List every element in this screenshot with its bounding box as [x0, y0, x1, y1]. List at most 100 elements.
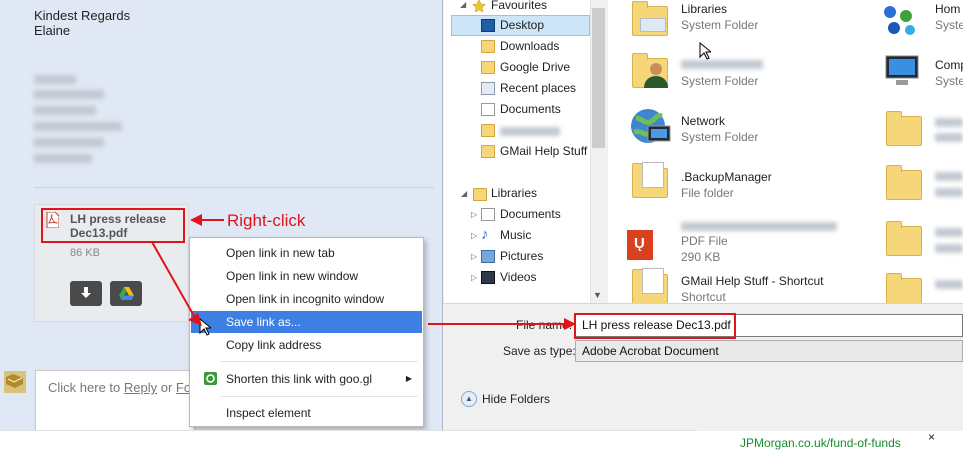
expand-icon[interactable]: ▷	[471, 273, 477, 282]
mouse-cursor-icon	[699, 42, 711, 60]
menu-save-link-as[interactable]: Save link as...	[191, 311, 422, 333]
submenu-arrow-icon: ▶	[405, 374, 412, 383]
network-icon	[631, 109, 671, 143]
signature-name: Elaine	[34, 23, 71, 38]
file-name-libraries[interactable]: Libraries	[681, 2, 727, 16]
folder-icon	[481, 145, 495, 158]
files-pane	[608, 0, 963, 303]
computer-icon	[885, 55, 919, 85]
redacted-file-name[interactable]	[935, 172, 963, 181]
redacted-file-name[interactable]	[935, 228, 963, 237]
annotation-arrow	[190, 214, 224, 226]
folder-icon	[886, 111, 922, 146]
file-name-network[interactable]: Network	[681, 114, 725, 128]
google-drive-icon	[119, 287, 134, 300]
redacted-file-name[interactable]	[681, 60, 763, 69]
annotation-arrow	[428, 318, 576, 330]
reply-prefix: Click here to	[48, 380, 124, 395]
avatar-icon	[4, 371, 26, 393]
download-button[interactable]	[70, 281, 102, 306]
menu-open-new-tab[interactable]: Open link in new tab	[191, 242, 422, 264]
nav-scroll-thumb[interactable]	[592, 8, 605, 148]
menu-copy-link-address[interactable]: Copy link address	[191, 334, 422, 356]
library-window-icon	[640, 18, 666, 32]
videos-icon	[481, 271, 495, 284]
nav-item-music[interactable]: Music	[500, 226, 531, 245]
attachment-size: 86 KB	[70, 247, 100, 259]
user-icon	[644, 63, 668, 88]
file-name-computer[interactable]: Comp	[935, 58, 963, 72]
nav-libraries[interactable]: Libraries	[491, 184, 537, 203]
nav-item-google-drive[interactable]: Google Drive	[500, 58, 570, 77]
nav-item-recent-places[interactable]: Recent places	[500, 79, 576, 98]
divider	[34, 187, 434, 188]
save-as-type-select[interactable]: Adobe Acrobat Document	[575, 340, 963, 362]
file-name-gmail-help-stuff-shortcut[interactable]: GMail Help Stuff - Shortcut	[681, 274, 824, 288]
desktop-icon	[481, 19, 495, 32]
file-type: PDF File	[681, 234, 728, 248]
nav-item-pictures[interactable]: Pictures	[500, 247, 543, 266]
save-as-type-label: Save as type:	[503, 344, 576, 358]
nav-item-desktop[interactable]: Desktop	[500, 16, 544, 35]
save-to-drive-button[interactable]	[110, 281, 142, 306]
redacted-folder-name[interactable]	[500, 127, 560, 136]
music-icon: ♪	[481, 226, 489, 243]
file-type: Syste	[935, 74, 963, 88]
download-arrow-icon	[81, 287, 91, 298]
folder-document-icon	[642, 162, 664, 188]
nav-favourites[interactable]: Favourites	[491, 0, 547, 15]
redacted-text	[34, 122, 122, 131]
reply-prompt[interactable]: Click here to Reply or Fo	[48, 380, 191, 395]
file-name-input[interactable]: LH press release Dec13.pdf	[575, 314, 963, 337]
goo-gl-icon	[204, 372, 217, 385]
page-bottom-strip	[0, 430, 697, 451]
google-drive-folder-icon	[481, 61, 495, 74]
redacted-file-name[interactable]	[681, 222, 837, 231]
redacted-file-name[interactable]	[935, 118, 963, 127]
close-icon[interactable]: ×	[928, 430, 935, 444]
expand-icon[interactable]: ▷	[471, 231, 477, 240]
file-size: 290 KB	[681, 250, 721, 264]
file-type: File folder	[681, 186, 734, 200]
context-menu: Open link in new tab Open link in new wi…	[189, 237, 424, 427]
nav-item-documents[interactable]: Documents	[500, 100, 561, 119]
expand-icon[interactable]: ▷	[471, 252, 477, 261]
file-name-homegroup[interactable]: Hom	[935, 2, 960, 16]
hide-folders-button[interactable]: ▲ Hide Folders	[461, 390, 550, 408]
reply-link[interactable]: Reply	[124, 380, 157, 395]
chevron-up-icon: ▲	[461, 391, 477, 407]
pdf-file-icon: Ų	[627, 230, 653, 260]
menu-open-incognito[interactable]: Open link in incognito window	[191, 288, 422, 310]
redacted-file-name[interactable]	[935, 280, 963, 289]
nav-item-lib-documents[interactable]: Documents	[500, 205, 561, 224]
pdf-icon	[46, 212, 59, 228]
nav-item-downloads[interactable]: Downloads	[500, 37, 559, 56]
nav-item-videos[interactable]: Videos	[500, 268, 536, 287]
expand-icon[interactable]: ▷	[471, 210, 477, 219]
menu-separator	[220, 396, 418, 397]
attachment-link[interactable]: LH press release Dec13.pdf	[70, 212, 180, 240]
attachment-name-line1: LH press release	[70, 212, 167, 226]
menu-open-new-window[interactable]: Open link in new window	[191, 265, 422, 287]
redacted-text	[935, 133, 963, 142]
nav-item-gmail-help-stuff[interactable]: GMail Help Stuff	[500, 142, 587, 161]
folder-icon	[886, 165, 922, 200]
scroll-down-icon[interactable]: ▼	[593, 290, 602, 300]
folder-icon	[481, 124, 495, 137]
menu-shorten-goo-gl[interactable]: Shorten this link with goo.gl ▶	[191, 368, 422, 390]
redacted-text	[935, 244, 963, 253]
libraries-icon	[473, 188, 487, 201]
signature-closing: Kindest Regards	[34, 8, 131, 23]
collapse-icon[interactable]: ◢	[461, 189, 467, 198]
menu-shorten-label: Shorten this link with goo.gl	[226, 372, 373, 386]
hide-folders-label: Hide Folders	[482, 392, 551, 406]
recent-places-icon	[481, 82, 495, 95]
documents-icon	[481, 103, 495, 116]
star-icon	[472, 0, 486, 12]
ad-link[interactable]: JPMorgan.co.uk/fund-of-funds	[740, 436, 901, 450]
file-name-backupmanager[interactable]: .BackupManager	[681, 170, 772, 184]
collapse-icon[interactable]: ◢	[460, 0, 466, 9]
redacted-text	[34, 138, 104, 147]
menu-inspect-element[interactable]: Inspect element	[191, 402, 422, 424]
menu-separator	[220, 361, 418, 362]
